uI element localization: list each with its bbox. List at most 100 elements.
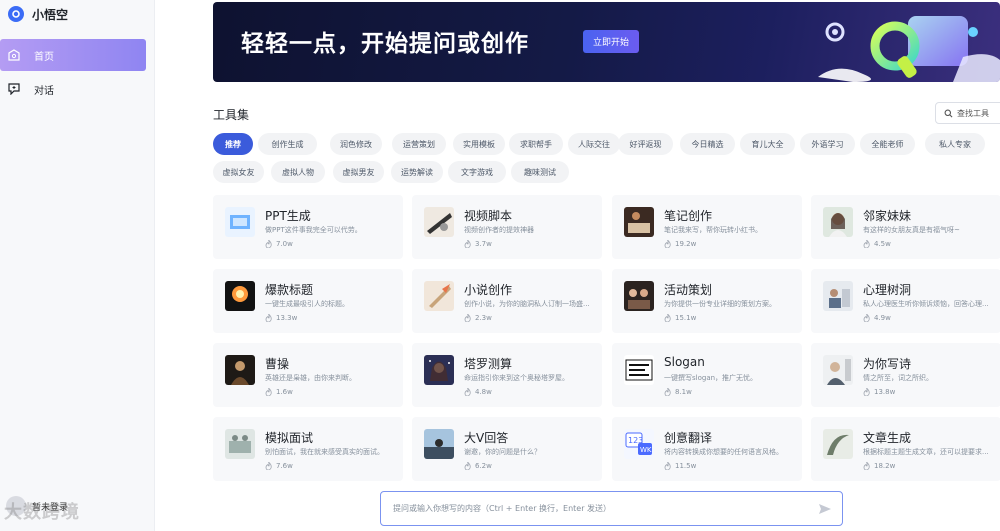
login-text: 暂未登录 [32,502,69,513]
nav-item-home[interactable]: 首页 [0,39,146,71]
tag-row2-5[interactable]: 趣味测试 [511,161,569,183]
usage-count-text: 4.9w [874,314,891,322]
fire-icon [265,314,272,322]
usage-count-text: 13.3w [276,314,298,322]
tool-card-poem[interactable]: 为你写诗 情之所至，词之所织。 13.8w [811,343,1000,407]
usage-count: 13.3w [265,314,297,322]
send-icon[interactable] [818,502,832,516]
tag-row2-3[interactable]: 运势解读 [391,161,443,183]
tool-description: 谢邀，你的问题是什么？ [464,448,541,456]
tool-card-tarot[interactable]: 塔罗测算命运指引你来到这个奥秘塔罗屋。 4.8w [412,343,602,407]
tool-card-article[interactable]: 文章生成 根据标题主题生成文章，还可以提要求... 18.2w [811,417,1000,481]
tool-card-video[interactable]: 视频脚本 视频创作者的提效神器 3.7w [412,195,602,259]
hero-banner[interactable]: 轻轻一点，开始提问或创作 立即开始 [213,2,1000,82]
tag-row1-7[interactable]: 好评返现 [618,133,673,155]
usage-count: 1.6w [265,388,293,396]
chat-input[interactable]: 提问或输入你想写的内容（Ctrl + Enter 换行，Enter 发送） [380,491,843,526]
tool-card-novel[interactable]: 小说创作 创作小说，为你的脑洞私人订制一场盛... 2.3w [412,269,602,333]
fire-icon [863,388,870,396]
usage-count: 8.1w [664,388,692,396]
tag-row1-4[interactable]: 实用模板 [453,133,505,155]
tool-search-input[interactable]: 查找工具 [935,102,1000,124]
tool-card-mind[interactable]: 心理树洞 私人心理医生听你倾诉烦恼，回答心理... 4.9w [811,269,1000,333]
tool-title: 创意翻译 [664,431,713,445]
brand[interactable]: 小悟空 [8,6,68,22]
tag-row1-9[interactable]: 育儿大全 [740,133,795,155]
usage-count-text: 19.2w [675,240,697,248]
tool-card-caocao[interactable]: 曹操 英雄还是枭雄，由你来判断。 1.6w [213,343,403,407]
usage-count: 19.2w [664,240,696,248]
usage-count: 4.8w [464,388,492,396]
usage-count: 13.8w [863,388,895,396]
tool-description: 别怕面试，我在就来感受真实的面试。 [265,448,384,456]
tool-thumbnail [225,429,255,459]
tool-thumbnail [424,281,454,311]
tag-row2-2[interactable]: 虚拟男友 [333,161,384,183]
tag-row2-0[interactable]: 虚拟女友 [213,161,264,183]
tool-card-ppt[interactable]: PPT生成 做PPT这件事我完全可以代劳。 7.0w [213,195,403,259]
tool-title: PPT生成 [265,209,311,223]
tool-description: 创作小说，为你的脑洞私人订制一场盛... [464,300,590,308]
usage-count: 4.9w [863,314,891,322]
search-icon [944,109,953,117]
tool-description: 私人心理医生听你倾诉烦恼，回答心理... [863,300,989,308]
tool-title: 塔罗测算 [464,357,513,371]
usage-count-text: 1.6w [276,388,293,396]
tag-row1-11[interactable]: 全能老师 [860,133,915,155]
tag-row2-4[interactable]: 文字游戏 [448,161,506,183]
tool-thumbnail [624,355,654,385]
usage-count-text: 18.2w [874,462,896,470]
usage-count-text: 8.1w [675,388,692,396]
banner-title: 轻轻一点，开始提问或创作 [241,31,529,57]
tool-card-event[interactable]: 活动策划 为你提供一份专业详细的策划方案。 15.1w [612,269,802,333]
tag-row1-5[interactable]: 求职帮手 [509,133,563,155]
usage-count: 18.2w [863,462,895,470]
tag-row1-10[interactable]: 外语学习 [800,133,855,155]
fire-icon [863,240,870,248]
fire-icon [265,240,272,248]
fire-icon [863,314,870,322]
tool-thumbnail: 123 WK [624,429,654,459]
search-placeholder: 查找工具 [957,108,989,118]
usage-count: 11.5w [664,462,696,470]
tool-card-girl[interactable]: 邻家妹妹 有这样的女朋友真是有福气呀~ 4.5w [811,195,1000,259]
tool-card-slogan[interactable]: Slogan 一键撰写slogan，推广无忧。 8.1w [612,343,802,407]
usage-count-text: 11.5w [675,462,697,470]
tag-row1-12[interactable]: 私人专家 [925,133,985,155]
tag-row1-2[interactable]: 润色修改 [330,133,382,155]
tool-thumbnail [823,429,853,459]
tool-card-notes[interactable]: 笔记创作 笔记我来写，帮你玩转小红书。 19.2w [612,195,802,259]
tool-description: 有这样的女朋友真是有福气呀~ [863,226,960,234]
tool-thumbnail [424,355,454,385]
usage-count: 7.0w [265,240,293,248]
fire-icon [464,462,471,470]
tag-row1-1[interactable]: 创作生成 [258,133,317,155]
start-now-button[interactable]: 立即开始 [583,30,639,53]
tool-card-interview[interactable]: 模拟面试 别怕面试，我在就来感受真实的面试。 7.6w [213,417,403,481]
tool-thumbnail [624,281,654,311]
tool-card-bigv[interactable]: 大V回答 谢邀，你的问题是什么？ 6.2w [412,417,602,481]
fire-icon [664,462,671,470]
tool-card-translate[interactable]: 123 WK 创意翻译 将内容转换成你想要的任何语言风格。 11.5w [612,417,802,481]
tag-row1-0[interactable]: 推荐 [213,133,253,155]
usage-count-text: 4.5w [874,240,891,248]
tool-description: 命运指引你来到这个奥秘塔罗屋。 [464,374,569,382]
tool-title: Slogan [664,355,705,369]
nav-item-chat[interactable]: 对话 [0,73,146,105]
tool-thumbnail [424,207,454,237]
usage-count: 15.1w [664,314,696,322]
tool-card-fire[interactable]: 爆款标题 一键生成最吸引人的标题。 13.3w [213,269,403,333]
tag-row2-1[interactable]: 虚拟人物 [271,161,325,183]
tool-description: 视频创作者的提效神器 [464,226,534,234]
tool-title: 大V回答 [464,431,509,445]
usage-count-text: 7.6w [276,462,293,470]
tool-description: 为你提供一份专业详细的策划方案。 [664,300,776,308]
tag-row1-8[interactable]: 今日精选 [680,133,735,155]
tool-title: 为你写诗 [863,357,912,371]
tag-row1-3[interactable]: 运营策划 [392,133,446,155]
tool-description: 英雄还是枭雄，由你来判断。 [265,374,356,382]
tool-thumbnail [225,281,255,311]
usage-count-text: 13.8w [874,388,896,396]
login-area[interactable]: 暂未登录 [6,496,68,516]
tag-row1-6[interactable]: 人际交往 [568,133,620,155]
